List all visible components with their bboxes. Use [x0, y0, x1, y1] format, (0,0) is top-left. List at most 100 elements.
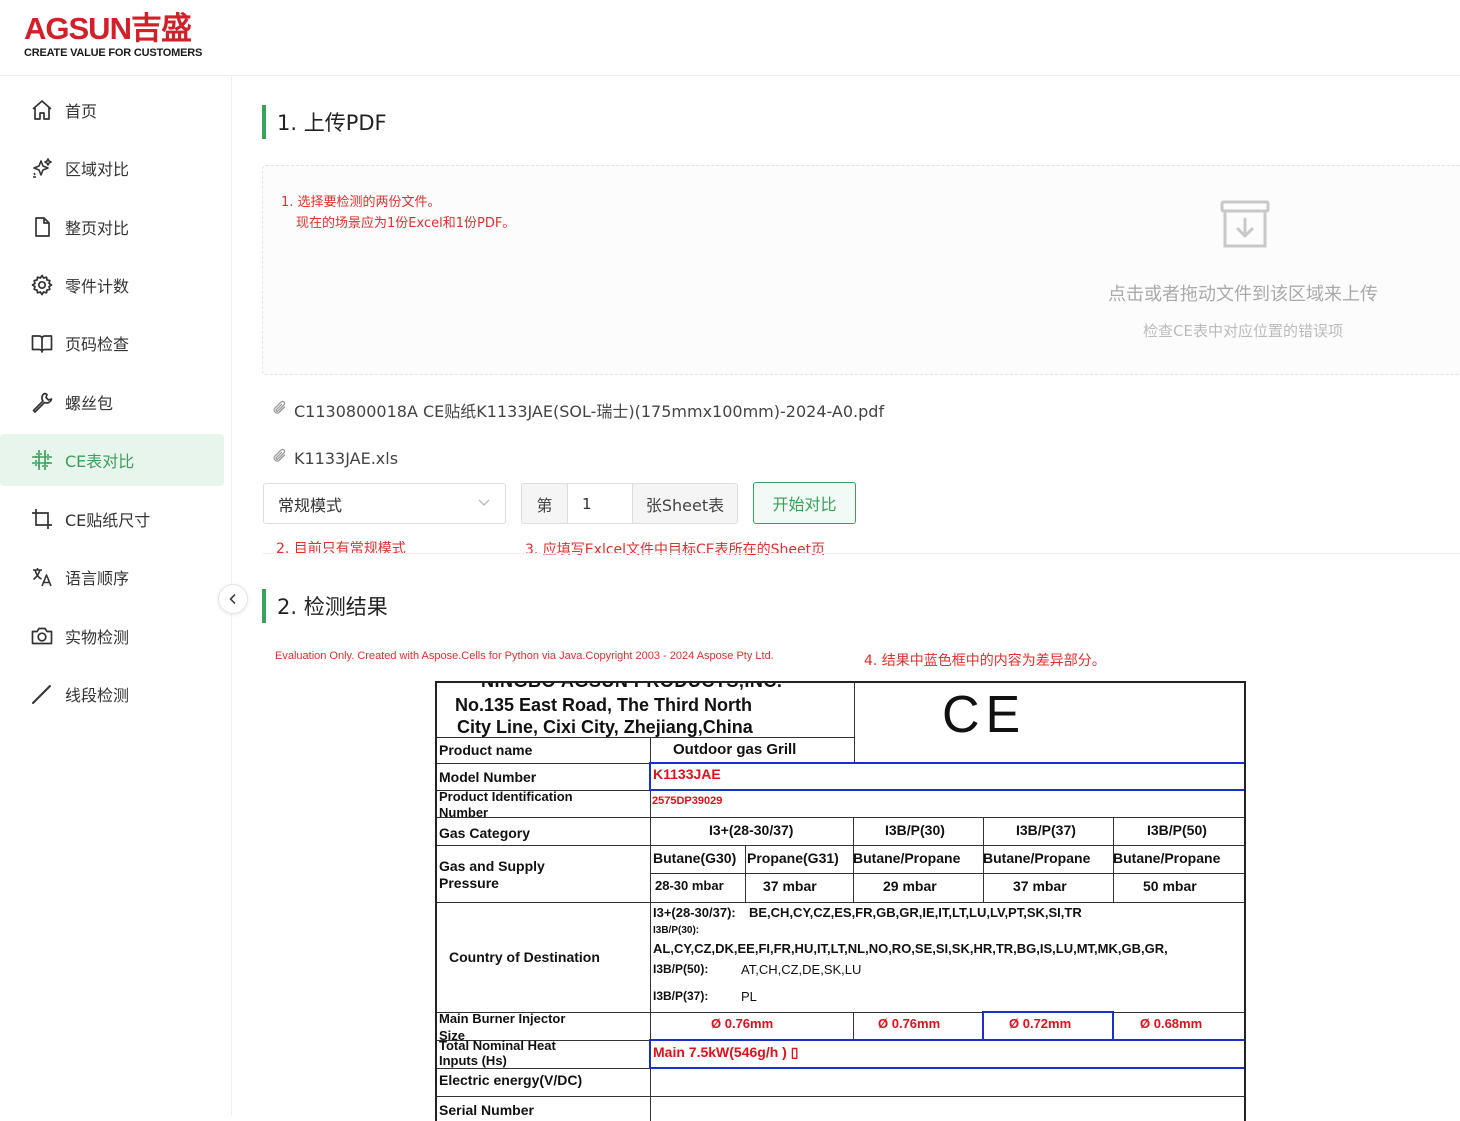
gas-type: Propane(G31) — [747, 850, 839, 866]
grid-line — [437, 845, 1244, 846]
sidebar-item-home[interactable]: 首页 — [0, 84, 224, 136]
ce-mark: CE — [942, 686, 1027, 744]
pressure-value: 28-30 mbar — [655, 878, 724, 893]
grid-icon — [30, 448, 54, 472]
destination-value: AT,CH,CZ,DE,SK,LU — [741, 962, 862, 977]
logo-wordmark: AGSUN吉盛 — [24, 11, 192, 46]
grid-line — [650, 873, 1244, 874]
mode-note: 2. 目前只有常规模式 — [276, 541, 406, 557]
uploaded-file-xls[interactable]: K1133JAE.xls — [272, 448, 398, 468]
upload-hint-text: 检查CE表中对应位置的错误项 — [1143, 322, 1343, 340]
pin-label-2: Number — [439, 805, 489, 820]
diff-box-heat — [649, 1039, 1244, 1069]
grid-line — [437, 902, 1244, 903]
gas-category: I3+(28-30/37) — [709, 822, 794, 838]
upload-main-text: 点击或者拖动文件到该区域来上传 — [1108, 284, 1378, 305]
sidebar-item-ce-sticker-size[interactable]: CE贴纸尺寸 — [0, 493, 224, 545]
pressure-value: 50 mbar — [1143, 878, 1197, 894]
diff-note: 4. 结果中蓝色框中的内容为差异部分。 — [864, 653, 1106, 669]
file-icon — [30, 215, 54, 239]
sheet-prefix: 第 — [522, 484, 567, 523]
file-name: K1133JAE.xls — [294, 448, 399, 468]
sidebar-item-label: 页码检查 — [65, 335, 130, 354]
sheet-number-input[interactable] — [567, 484, 633, 523]
upload-dropzone[interactable]: 1. 选择要检测的两份文件。 现在的场景应为1份Excel和1份PDF。 点击或… — [262, 165, 1460, 375]
sidebar-item-label: 线段检测 — [65, 686, 130, 705]
address-line-2: City Line, Cixi City, Zhejiang,China — [457, 717, 753, 737]
sidebar-item-label: 语言顺序 — [65, 569, 130, 588]
heat-label-2: Inputs (Hs) — [439, 1053, 507, 1068]
sidebar-item-label: 实物检测 — [65, 628, 130, 647]
sidebar-item-ce-compare[interactable]: CE表对比 — [0, 434, 224, 486]
uploaded-file-pdf[interactable]: C1130800018A CE贴纸K1133JAE(SOL-瑞士)(175mmx… — [272, 398, 884, 422]
grid-line — [437, 817, 1244, 818]
translate-icon — [30, 565, 54, 589]
diff-box-model — [649, 762, 1244, 791]
wrench-icon — [30, 390, 54, 414]
section-title-text: 1. 上传PDF — [277, 111, 387, 135]
sidebar-item-label: 螺丝包 — [65, 394, 114, 413]
section-result-title: 2. 检测结果 — [262, 589, 388, 623]
product-name-label: Product name — [439, 742, 533, 758]
logo-tagline: CREATE VALUE FOR CUSTOMERS — [24, 47, 203, 59]
serial-label: Serial Number — [439, 1102, 534, 1118]
inbox-download-icon — [1219, 200, 1271, 254]
diff-box-injector — [982, 1011, 1114, 1041]
supply-label-2: Pressure — [439, 875, 499, 891]
destination-key: I3B/P(50): — [653, 962, 709, 976]
gas-type: Butane/Propane — [983, 850, 1091, 866]
sidebar-item-label: 零件计数 — [65, 277, 130, 296]
book-icon — [30, 331, 54, 355]
destination-key: I3B/P(30): — [653, 925, 700, 936]
gas-type: Butane/Propane — [853, 850, 961, 866]
company-name: NINGBO AGSUN PRODUCTS,INC. — [481, 681, 783, 691]
sheet-note: 3. 应填写Exlcel文件中目标CE表所在的Sheet页 — [525, 542, 826, 558]
injector-size: Ø 0.68mm — [1140, 1016, 1203, 1031]
sidebar-item-screw-pack[interactable]: 螺丝包 — [0, 376, 224, 428]
sidebar-item-physical-check[interactable]: 实物检测 — [0, 610, 224, 662]
sidebar-item-label: 首页 — [65, 102, 98, 121]
sidebar-item-label: CE贴纸尺寸 — [65, 511, 151, 530]
grid-line — [853, 1012, 854, 1040]
section-accent-bar — [262, 589, 266, 623]
gas-type: Butane(G30) — [653, 850, 737, 866]
app-header: AGSUN吉盛 CREATE VALUE FOR CUSTOMERS — [0, 0, 1460, 76]
camera-icon — [30, 624, 54, 648]
sidebar-item-page-check[interactable]: 页码检查 — [0, 317, 224, 369]
sidebar-item-label: CE表对比 — [65, 452, 135, 471]
destination-value: BE,CH,CY,CZ,ES,FR,GB,GR,IE,IT,LT,LU,LV,P… — [749, 905, 1082, 920]
agsun-logo[interactable]: AGSUN吉盛 CREATE VALUE FOR CUSTOMERS — [24, 11, 203, 60]
section-divider — [262, 553, 1460, 554]
sidebar-item-language-order[interactable]: 语言顺序 — [0, 551, 224, 603]
sidebar-item-label: 整页对比 — [65, 219, 130, 238]
start-compare-button[interactable]: 开始对比 — [753, 482, 856, 524]
model-label: Model Number — [439, 769, 537, 785]
evaluation-watermark: Evaluation Only. Created with Aspose.Cel… — [275, 650, 774, 662]
section-accent-bar — [262, 105, 266, 139]
sidebar-collapse-button[interactable] — [218, 584, 248, 614]
destination-value: AL,CY,CZ,DK,EE,FI,FR,HU,IT,LT,NL,NO,RO,S… — [653, 941, 1168, 956]
paperclip-icon — [272, 400, 288, 420]
destination-label: Country of Destination — [449, 949, 600, 965]
pin-label: Product Identification — [439, 789, 573, 804]
home-icon — [30, 98, 54, 122]
gas-category: I3B/P(50) — [1147, 822, 1207, 838]
sparkle-icon — [30, 156, 54, 180]
supply-label: Gas and Supply — [439, 858, 545, 874]
sidebar-item-label: 区域对比 — [65, 160, 130, 179]
sidebar-item-line-check[interactable]: 线段检测 — [0, 668, 224, 720]
mode-select[interactable]: 常规模式 — [263, 483, 506, 524]
sidebar: 首页 区域对比 整页对比 零件计数 页码检查 螺丝包 CE表对比 CE贴纸尺寸 … — [0, 77, 232, 1115]
section-title-text: 2. 检测结果 — [277, 595, 388, 619]
address-line-1: No.135 East Road, The Third North — [455, 695, 753, 715]
chevron-left-icon — [227, 590, 239, 609]
settings-icon — [30, 273, 54, 297]
pressure-value: 37 mbar — [1013, 878, 1067, 894]
ce-result-sheet: NINGBO AGSUN PRODUCTS,INC. No.135 East R… — [435, 681, 1246, 1121]
sidebar-item-region-compare[interactable]: 区域对比 — [0, 142, 224, 194]
destination-value: PL — [741, 989, 757, 1004]
crop-icon — [30, 507, 54, 531]
sidebar-item-page-compare[interactable]: 整页对比 — [0, 201, 224, 253]
electric-label: Electric energy(V/DC) — [439, 1072, 583, 1088]
sidebar-item-part-count[interactable]: 零件计数 — [0, 259, 224, 311]
